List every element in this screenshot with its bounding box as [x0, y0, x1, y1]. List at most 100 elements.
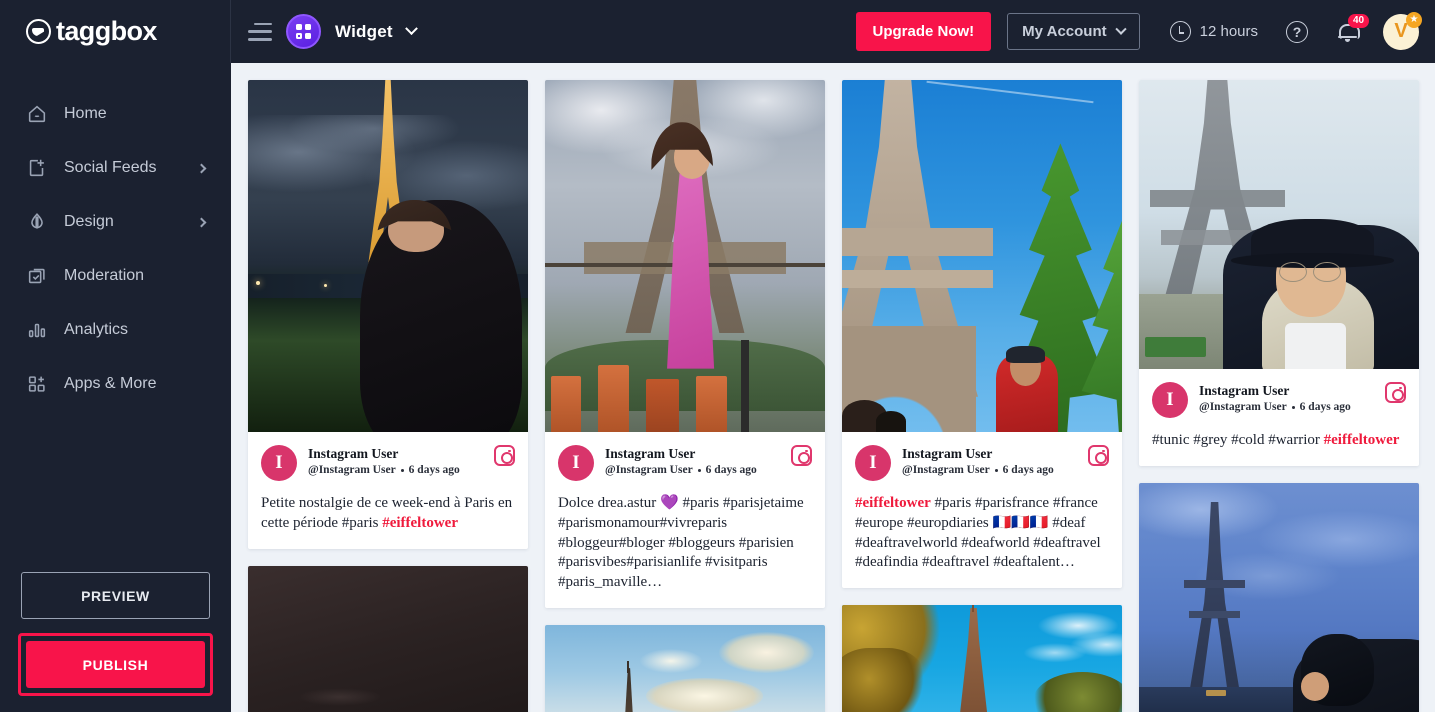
- publish-button-highlight: PUBLISH: [18, 633, 213, 696]
- feed-area[interactable]: I Instagram User @Instagram User 6 days …: [231, 63, 1435, 712]
- feed-card[interactable]: I Instagram User @Instagram User 6 days …: [842, 80, 1122, 588]
- upgrade-now-button[interactable]: Upgrade Now!: [856, 12, 992, 51]
- author-meta: @Instagram User 6 days ago: [902, 464, 1077, 476]
- sidebar-item-label: Apps & More: [64, 375, 205, 393]
- hashtag-highlight: #eiffeltower: [382, 515, 458, 531]
- chevron-down-icon: [1115, 23, 1126, 34]
- man-hat-glasses-eiffel-overcast[interactable]: [1139, 80, 1419, 369]
- feed-column-3: I Instagram User @Instagram User 6 days …: [842, 80, 1122, 712]
- taggbox-logo: taggbox: [26, 16, 157, 47]
- topbar-left-group: Widget: [231, 14, 416, 49]
- widget-name-label: Widget: [335, 22, 393, 42]
- instagram-icon[interactable]: [791, 445, 812, 466]
- feed-column-1: I Instagram User @Instagram User 6 days …: [248, 80, 528, 712]
- author-handle: @Instagram User: [1199, 401, 1287, 413]
- author-handle: @Instagram User: [902, 464, 990, 476]
- author-info: Instagram User @Instagram User 6 days ag…: [605, 445, 780, 476]
- author-meta: @Instagram User 6 days ago: [1199, 401, 1374, 413]
- card-caption: Dolce drea.astur 💜 #paris #parisjetaime …: [558, 494, 812, 593]
- star-badge-icon: ★: [1406, 12, 1422, 28]
- sidebar-item-analytics[interactable]: Analytics: [0, 303, 231, 357]
- sidebar-item-label: Analytics: [64, 321, 205, 339]
- chevron-right-icon: [197, 217, 207, 227]
- widget-grid-icon[interactable]: [286, 14, 321, 49]
- author-name: Instagram User: [902, 446, 1077, 462]
- my-account-dropdown[interactable]: My Account: [1007, 13, 1139, 50]
- add-feed-icon: [26, 157, 48, 179]
- feed-card[interactable]: [842, 605, 1122, 712]
- card-body: I Instagram User @Instagram User 6 days …: [545, 432, 825, 608]
- sidebar-item-label: Design: [64, 213, 182, 231]
- separator-dot: [401, 469, 404, 472]
- eiffel-tower-autumn-leaves-blue-sky[interactable]: [842, 605, 1122, 712]
- author-handle: @Instagram User: [605, 464, 693, 476]
- feed-card[interactable]: I Instagram User @Instagram User 6 days …: [248, 80, 528, 549]
- app-root: taggbox Widget Upgrade Now! My Account 1…: [0, 0, 1435, 712]
- feed-card[interactable]: I Instagram User @Instagram User 6 days …: [545, 80, 825, 608]
- brand-name: taggbox: [56, 16, 157, 47]
- instagram-icon[interactable]: [1385, 382, 1406, 403]
- card-caption: #eiffeltower #paris #parisfrance #france…: [855, 494, 1109, 573]
- sidebar-item-apps-and-more[interactable]: Apps & More: [0, 357, 231, 411]
- apps-grid-plus-icon: [26, 373, 48, 395]
- hashtag-highlight: #eiffeltower: [1324, 432, 1400, 448]
- author-info: Instagram User @Instagram User 6 days ag…: [1199, 382, 1374, 413]
- hashtag-highlight: #eiffeltower: [855, 495, 931, 511]
- eiffel-tower-night-woman-grass[interactable]: [248, 80, 528, 432]
- card-body: I Instagram User @Instagram User 6 days …: [248, 432, 528, 549]
- bar-chart-icon: [26, 319, 48, 341]
- sidebar-actions: PREVIEW PUBLISH: [0, 572, 231, 712]
- home-icon: [26, 103, 48, 125]
- sidebar-item-design[interactable]: Design: [0, 195, 231, 249]
- author-name: Instagram User: [605, 446, 780, 462]
- sidebar-item-home[interactable]: Home: [0, 87, 231, 141]
- sidebar-item-moderation[interactable]: Moderation: [0, 249, 231, 303]
- preview-button[interactable]: PREVIEW: [21, 572, 210, 619]
- notifications-button[interactable]: 40: [1338, 22, 1357, 42]
- my-account-label: My Account: [1022, 23, 1106, 40]
- eiffel-tower-sunset-clouds[interactable]: [545, 625, 825, 712]
- person-profile-dusk-eiffel[interactable]: [1139, 483, 1419, 712]
- author-avatar: I: [1152, 382, 1188, 418]
- card-body: I Instagram User @Instagram User 6 days …: [842, 432, 1122, 588]
- feed-card[interactable]: [248, 566, 528, 712]
- separator-dot: [698, 469, 701, 472]
- feed-columns: I Instagram User @Instagram User 6 days …: [248, 80, 1419, 712]
- card-header: I Instagram User @Instagram User 6 days …: [855, 445, 1109, 481]
- woman-pink-dress-rooftop-eiffel[interactable]: [545, 80, 825, 432]
- author-name: Instagram User: [1199, 383, 1374, 399]
- card-header: I Instagram User @Instagram User 6 days …: [1152, 382, 1406, 418]
- feed-card[interactable]: [545, 625, 825, 712]
- publish-button[interactable]: PUBLISH: [26, 641, 205, 688]
- sidebar-item-social-feeds[interactable]: Social Feeds: [0, 141, 231, 195]
- chevron-right-icon: [197, 163, 207, 173]
- sidebar: Home Social Feeds: [0, 63, 231, 712]
- dark-night-sky-photo[interactable]: [248, 566, 528, 712]
- brand-area[interactable]: taggbox: [0, 0, 231, 63]
- eiffel-tower-blue-sky-trees-person-red[interactable]: [842, 80, 1122, 432]
- feed-card[interactable]: I Instagram User @Instagram User 6 days …: [1139, 80, 1419, 466]
- hamburger-menu-icon[interactable]: [248, 23, 272, 41]
- post-time: 6 days ago: [409, 464, 460, 476]
- droplet-icon: [26, 211, 48, 233]
- author-info: Instagram User @Instagram User 6 days ag…: [308, 445, 483, 476]
- separator-dot: [995, 469, 998, 472]
- caption-part: #tunic #grey #cold #warrior: [1152, 432, 1324, 448]
- user-avatar-button[interactable]: V ★: [1383, 14, 1419, 50]
- author-avatar: I: [558, 445, 594, 481]
- top-bar: taggbox Widget Upgrade Now! My Account 1…: [0, 0, 1435, 63]
- card-caption: #tunic #grey #cold #warrior #eiffeltower: [1152, 431, 1406, 451]
- instagram-icon[interactable]: [494, 445, 515, 466]
- caption-part: Dolce drea.astur 💜 #paris #parisjetaime …: [558, 495, 804, 590]
- moderation-check-icon: [26, 265, 48, 287]
- chevron-down-icon[interactable]: [405, 22, 418, 35]
- feed-card[interactable]: [1139, 483, 1419, 712]
- author-handle: @Instagram User: [308, 464, 396, 476]
- author-meta: @Instagram User 6 days ago: [605, 464, 780, 476]
- card-header: I Instagram User @Instagram User 6 days …: [261, 445, 515, 481]
- help-circle-icon[interactable]: ?: [1286, 21, 1308, 43]
- author-name: Instagram User: [308, 446, 483, 462]
- author-info: Instagram User @Instagram User 6 days ag…: [902, 445, 1077, 476]
- author-meta: @Instagram User 6 days ago: [308, 464, 483, 476]
- instagram-icon[interactable]: [1088, 445, 1109, 466]
